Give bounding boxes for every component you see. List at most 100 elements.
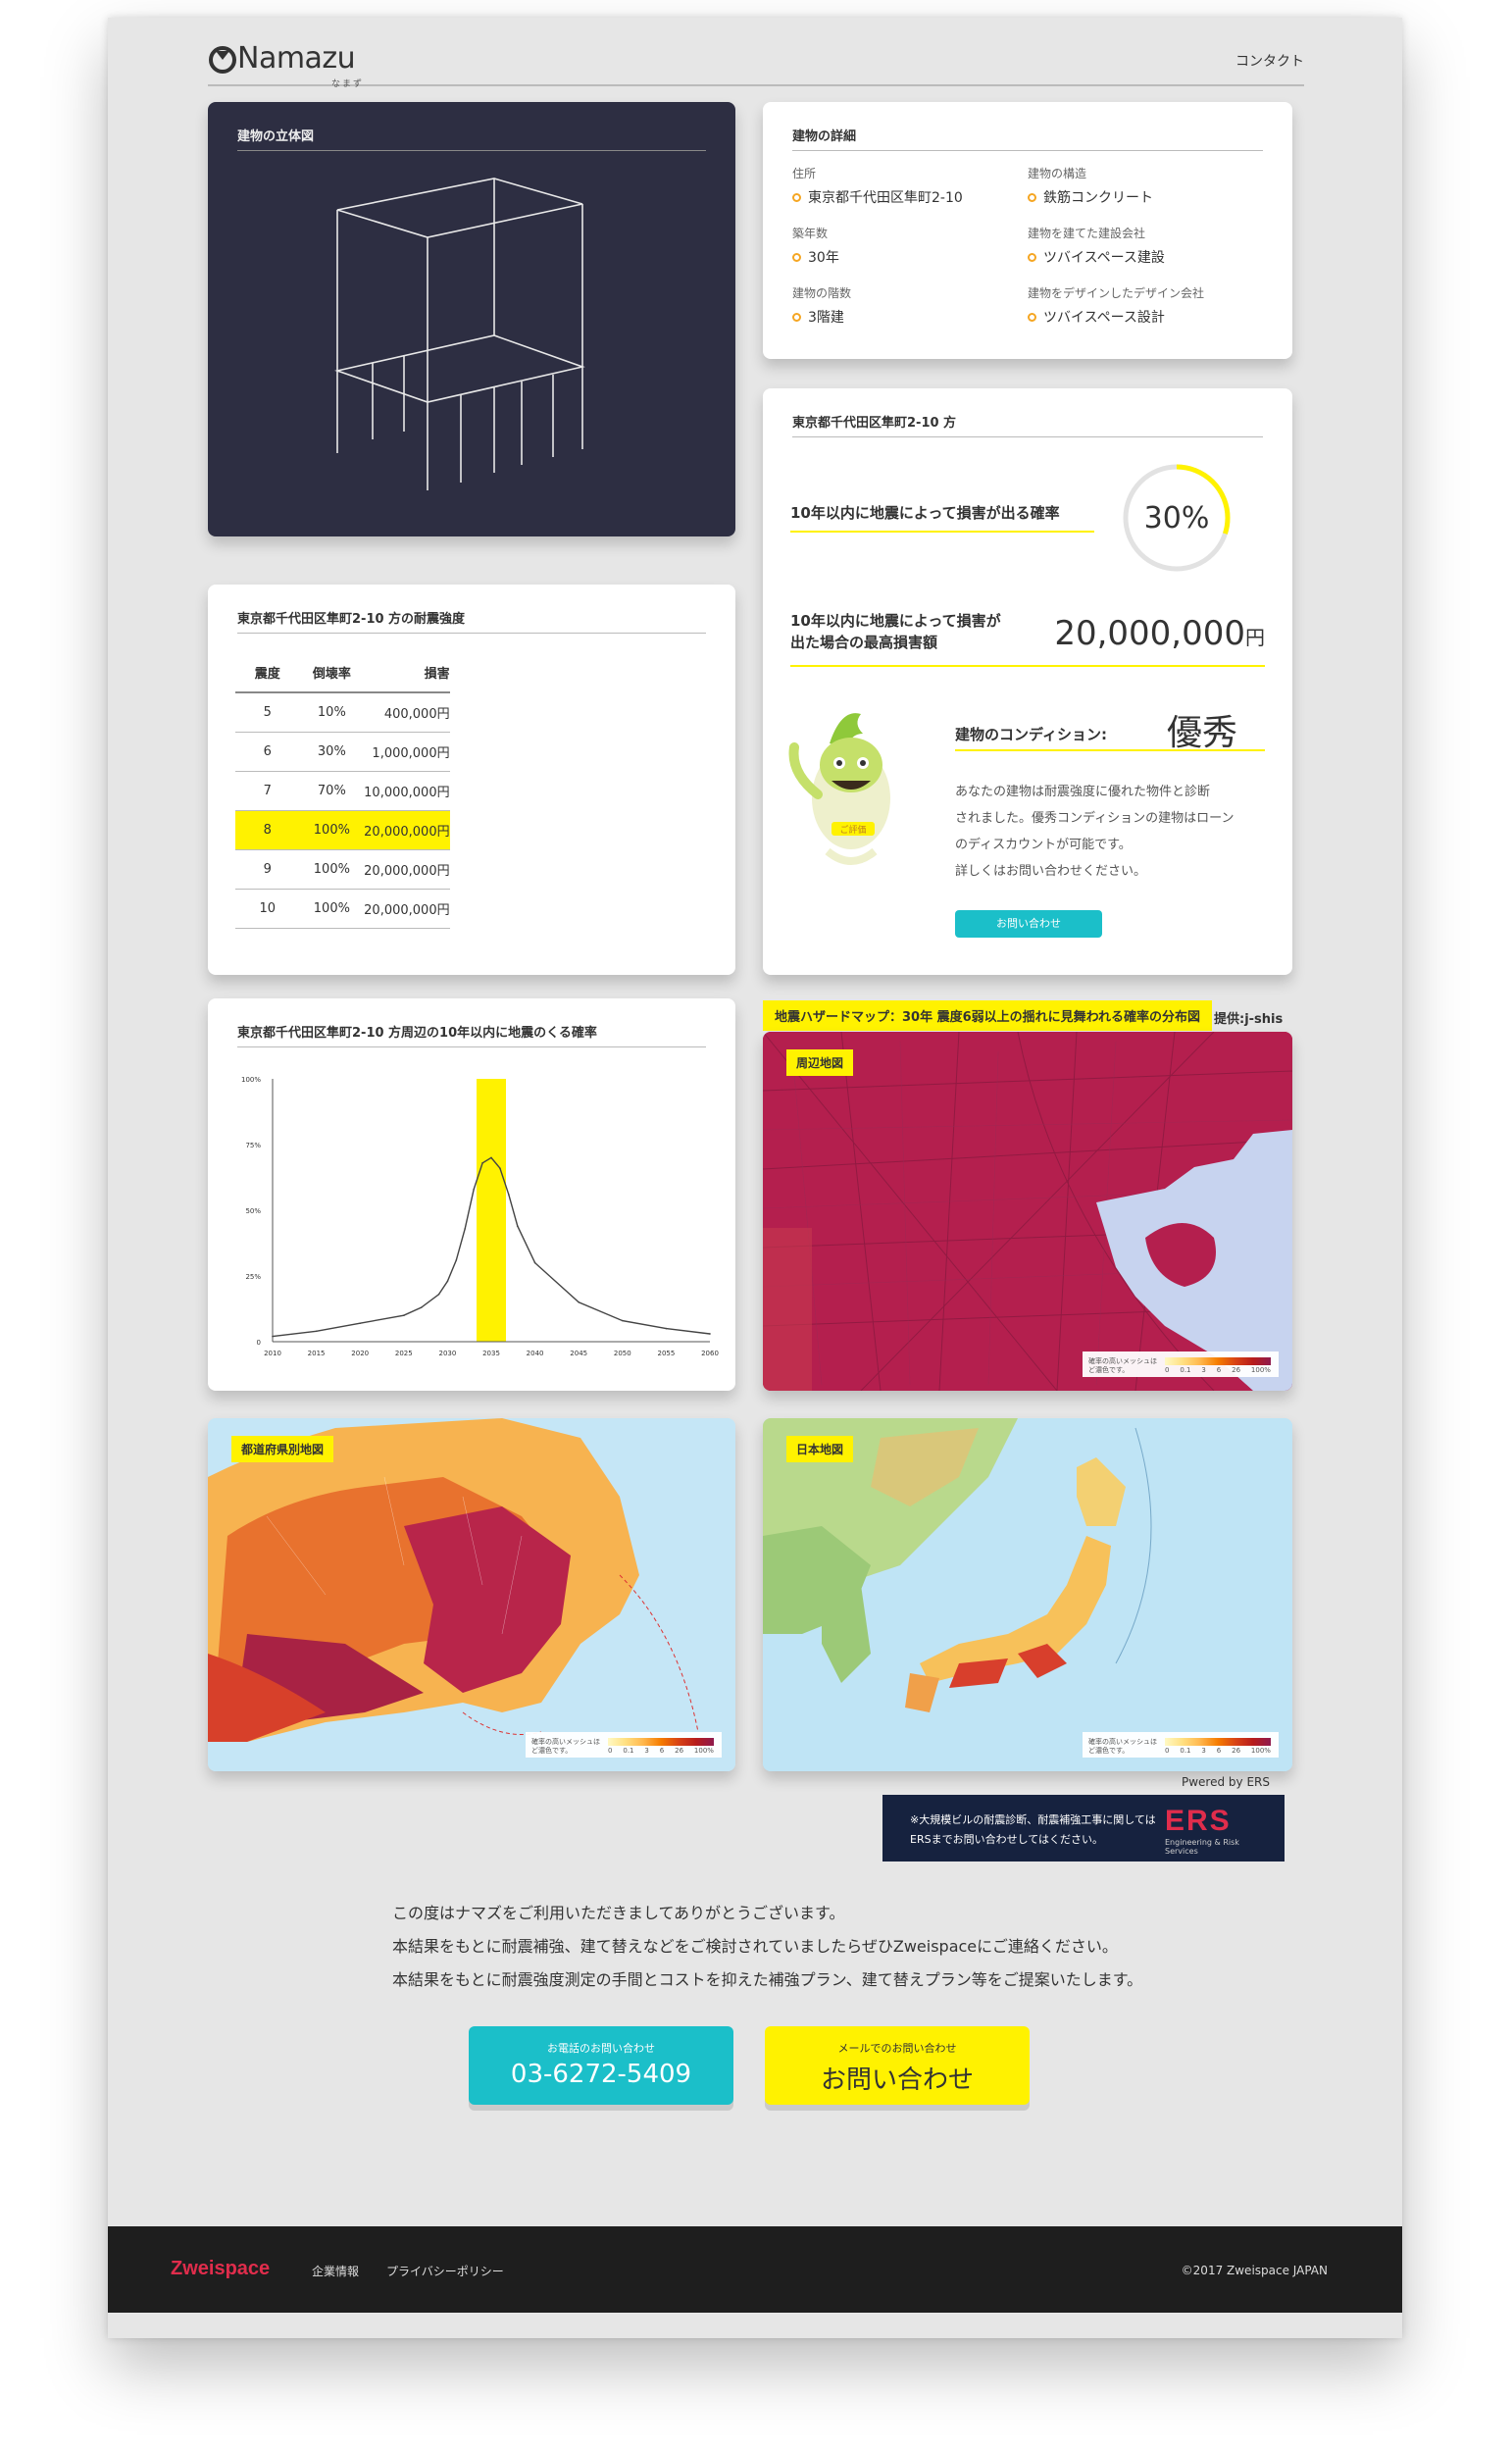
- footer-link-privacy[interactable]: プライバシーポリシー: [386, 2263, 504, 2279]
- y-tick-label: 75%: [245, 1142, 261, 1149]
- inquiry-button[interactable]: お問い合わせ: [955, 910, 1102, 938]
- legend-ticks: 0 0.1 3 6 26 100%: [1165, 1747, 1271, 1755]
- logo-subtext: なまず: [331, 79, 365, 89]
- footer-brand[interactable]: Zweispace: [171, 2258, 270, 2280]
- max-loss-value: 20,000,000: [1054, 614, 1245, 653]
- intensity-cell: 10: [235, 889, 300, 929]
- ers-banner-text: ※大規模ビルの耐震診断、耐震補強工事に関しては ERSまでお問い合わせしてはくだ…: [910, 1810, 1156, 1850]
- phone-number: 03-6272-5409: [510, 2060, 692, 2089]
- catfish-logo-icon: [209, 46, 236, 74]
- y-tick-label: 0: [257, 1339, 261, 1347]
- col-header-intensity: 震度: [235, 653, 300, 693]
- legend-note: 確率の高いメッシュほど濃色です。: [531, 1738, 600, 1755]
- legend-tick: 3: [1201, 1747, 1206, 1755]
- legend-tick: 26: [1232, 1366, 1241, 1374]
- condition-value: 優秀: [1166, 713, 1237, 753]
- max-loss-label-2: 出た場合の最高損害額: [790, 634, 938, 651]
- detail-value: 鉄筋コンクリート: [1028, 187, 1263, 207]
- y-tick-label: 50%: [245, 1207, 261, 1215]
- building-wireframe[interactable]: [208, 102, 735, 536]
- ers-line: ※大規模ビルの耐震診断、耐震補強工事に関しては: [910, 1813, 1156, 1826]
- description-line: されました。優秀コンディションの建物はローン: [955, 811, 1235, 826]
- detail-label: 建物をデザインしたデザイン会社: [1028, 286, 1205, 300]
- ers-logo-sub: Engineering & Risk Services: [1165, 1838, 1239, 1856]
- mascot-catfish-illustration: ご評価: [788, 713, 890, 865]
- detail-label: 住所: [792, 167, 817, 180]
- data-point: [665, 1327, 668, 1330]
- data-point: [516, 1225, 519, 1227]
- collapse-rate-cell: 100%: [299, 849, 365, 890]
- detail-value-text: 鉄筋コンクリート: [1043, 190, 1153, 206]
- detail-age: 築年数 30年: [792, 225, 1028, 267]
- bullet-icon: [1028, 252, 1036, 262]
- phone-contact-button[interactable]: お電話のお問い合わせ 03-6272-5409: [469, 2026, 733, 2105]
- x-tick-label: 2040: [527, 1350, 544, 1357]
- condition-row: 建物のコンディション: 優秀: [955, 700, 1265, 753]
- namazu-logo[interactable]: Namazu なまず: [208, 41, 384, 89]
- intensity-cell: 7: [235, 771, 300, 811]
- card-title: 東京都千代田区隼町2-10 方の耐震強度: [237, 608, 706, 634]
- y-tick-label: 25%: [245, 1273, 261, 1281]
- nearby-hazard-map[interactable]: 周辺地図 確率の高いメッシュほど濃色です。 0 0.1 3 6 26 100%: [763, 1032, 1292, 1391]
- collapse-rate-cell: 100%: [299, 810, 365, 850]
- damage-cell: 1,000,000円: [364, 732, 450, 772]
- building-details-card: 建物の詳細 住所 東京都千代田区隼町2-10 建物の構造 鉄筋コンクリート 築年数 3…: [763, 102, 1292, 359]
- email-contact-button[interactable]: メールでのお問い合わせ お問い合わせ: [765, 2026, 1030, 2105]
- page-container: Namazu なまず コンタクト 建物の立体図 建物の詳細 住所 東京都千代田区…: [108, 18, 1402, 2338]
- detail-label: 建物の階数: [792, 286, 852, 300]
- table-row: 9 100% 20,000,000円: [235, 849, 450, 890]
- ers-banner[interactable]: ※大規模ビルの耐震診断、耐震補強工事に関しては ERSまでお問い合わせしてはくだ…: [882, 1795, 1285, 1862]
- x-tick-label: 2060: [701, 1350, 719, 1357]
- damage-cell: 10,000,000円: [364, 771, 450, 811]
- data-point: [437, 1293, 440, 1296]
- detail-value: 30年: [792, 247, 1028, 267]
- probability-chart-card: 東京都千代田区隼町2-10 方周辺の10年以内に地震のくる確率 0 25% 50% 7…: [208, 998, 735, 1391]
- prefecture-map-graphic: [208, 1418, 735, 1771]
- prefecture-hazard-map[interactable]: 都道府県別地図 確率の高いメッシュほど濃色です。 0 0.1 3 6 26 100%: [208, 1418, 735, 1771]
- table-row: 7 70% 10,000,000円: [235, 771, 450, 811]
- data-point: [420, 1306, 423, 1308]
- highlight-band: [477, 1079, 506, 1342]
- data-point: [533, 1261, 536, 1264]
- description-line: 詳しくはお問い合わせください。: [955, 864, 1147, 879]
- nearby-map-graphic: [763, 1032, 1292, 1391]
- detail-label: 築年数: [792, 227, 829, 240]
- ers-logo: ERS Engineering & Risk Services: [1165, 1807, 1273, 1857]
- probability-line-chart[interactable]: 0 25% 50% 75% 100% 2010 2015 2020 2025 2030 2035 20…: [208, 998, 735, 1391]
- data-point: [490, 1156, 492, 1159]
- japan-hazard-map[interactable]: 日本地図 確率の高いメッシュほど濃色です。 0 0.1 3 6 26 100%: [763, 1418, 1292, 1771]
- strength-table: 震度 倒壊率 損害 5 10% 400,000円 6 30% 1,000,000円 7 70%…: [235, 653, 450, 929]
- detail-value: 3階建: [792, 307, 1028, 327]
- legend-tick: 0.1: [1180, 1366, 1191, 1374]
- hazard-legend: 確率の高いメッシュほど濃色です。 0 0.1 3 6 26 100%: [1083, 1352, 1279, 1377]
- footer-link-company[interactable]: 企業情報: [312, 2263, 359, 2279]
- collapse-rate-cell: 100%: [299, 889, 365, 929]
- intensity-cell: 5: [235, 692, 300, 733]
- probability-row: 10年以内に地震によって損害が出る確率: [790, 502, 1094, 533]
- email-contact-label: お問い合わせ: [820, 2066, 974, 2095]
- map-label: 周辺地図: [786, 1049, 854, 1076]
- hazard-legend: 確率の高いメッシュほど濃色です。 0 0.1 3 6 26 100%: [1083, 1732, 1279, 1758]
- contact-link[interactable]: コンタクト: [1235, 51, 1304, 71]
- legend-color-scale: [1165, 1357, 1271, 1365]
- legend-tick: 0: [608, 1747, 613, 1755]
- damage-cell: 20,000,000円: [364, 810, 450, 850]
- x-tick-label: 2020: [351, 1350, 369, 1357]
- max-loss-unit: 円: [1245, 626, 1265, 649]
- detail-value-text: 30年: [808, 250, 839, 266]
- bullet-icon: [1028, 312, 1036, 322]
- card-title: 東京都千代田区隼町2-10 方: [792, 412, 1263, 437]
- detail-value-text: ツバイスペース建設: [1043, 250, 1165, 266]
- data-point: [359, 1322, 361, 1325]
- x-tick-label: 2015: [308, 1350, 326, 1357]
- legend-color-scale: [608, 1738, 714, 1746]
- legend-ticks: 0 0.1 3 6 26 100%: [608, 1747, 714, 1755]
- condition-label: 建物のコンディション:: [955, 726, 1107, 743]
- condition-description: あなたの建物は耐震強度に優れた物件と診断 されました。優秀コンディションの建物は…: [955, 779, 1269, 885]
- legend-tick: 6: [1216, 1747, 1222, 1755]
- email-contact-sublabel: メールでのお問い合わせ: [837, 2042, 957, 2055]
- description-line: のディスカウントが可能です。: [955, 838, 1132, 852]
- collapse-rate-cell: 30%: [299, 732, 365, 772]
- table-row: 6 30% 1,000,000円: [235, 732, 450, 772]
- map-label: 都道府県別地図: [231, 1436, 334, 1462]
